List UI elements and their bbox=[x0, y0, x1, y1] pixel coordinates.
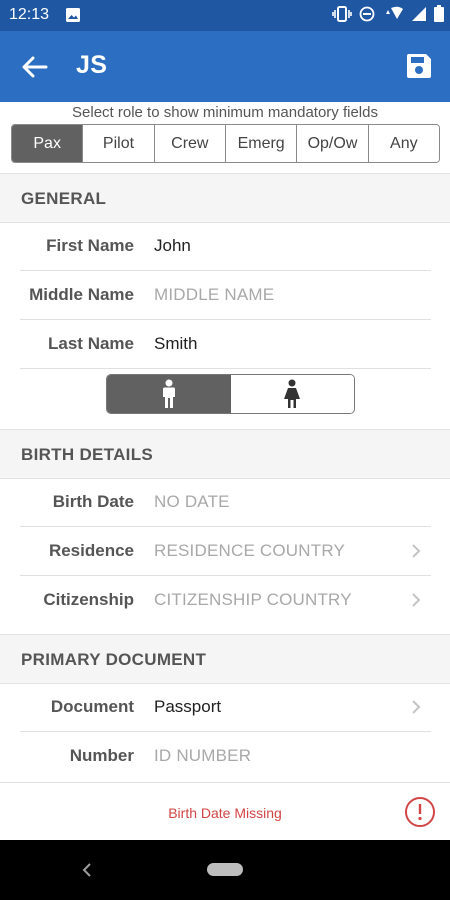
first-name-row[interactable]: First Name John bbox=[20, 222, 431, 271]
section-header-primary-document: PRIMARY DOCUMENT bbox=[0, 634, 450, 684]
role-option-emerg[interactable]: Emerg bbox=[225, 125, 298, 162]
birth-date-field[interactable]: NO DATE bbox=[154, 492, 230, 512]
role-option-pilot[interactable]: Pilot bbox=[83, 125, 155, 162]
role-option-any[interactable]: Any bbox=[368, 125, 439, 162]
gender-option-male[interactable] bbox=[107, 375, 231, 413]
section-title: BIRTH DETAILS bbox=[21, 445, 154, 464]
first-name-field[interactable]: John bbox=[154, 236, 191, 256]
validation-message: Birth Date Missing bbox=[168, 805, 282, 821]
last-name-row[interactable]: Last Name Smith bbox=[20, 320, 431, 369]
floppy-disk-icon bbox=[407, 54, 431, 78]
citizenship-row[interactable]: Citizenship CITIZENSHIP COUNTRY bbox=[20, 576, 431, 625]
status-icons bbox=[332, 5, 444, 27]
save-button[interactable] bbox=[404, 51, 434, 81]
arrow-left-icon bbox=[22, 56, 48, 78]
field-label: Residence bbox=[48, 541, 134, 560]
field-label: Citizenship bbox=[43, 590, 134, 609]
last-name-field[interactable]: Smith bbox=[154, 334, 197, 354]
section-header-birth-details: BIRTH DETAILS bbox=[0, 429, 450, 479]
field-label: Document bbox=[50, 697, 134, 716]
chevron-right-icon bbox=[412, 593, 421, 607]
back-button[interactable] bbox=[20, 53, 50, 81]
middle-name-row[interactable]: Middle Name MIDDLE NAME bbox=[20, 271, 431, 320]
image-icon bbox=[66, 8, 80, 22]
birth-date-row[interactable]: Birth Date NO DATE bbox=[20, 478, 431, 527]
app-bar: JS bbox=[0, 31, 450, 102]
chevron-right-icon bbox=[412, 544, 421, 558]
info-icon bbox=[405, 797, 435, 827]
nav-home-pill[interactable] bbox=[207, 863, 243, 876]
section-title: GENERAL bbox=[21, 189, 107, 208]
section-header-general: GENERAL bbox=[0, 173, 450, 223]
role-option-op-ow[interactable]: Op/Ow bbox=[297, 125, 369, 162]
number-row[interactable]: Number ID NUMBER bbox=[20, 732, 431, 781]
wifi-icon bbox=[382, 6, 404, 27]
gender-selector bbox=[106, 374, 355, 414]
status-time: 12:13 bbox=[9, 6, 50, 23]
field-label: First Name bbox=[46, 236, 134, 255]
residence-field[interactable]: RESIDENCE COUNTRY bbox=[154, 541, 345, 561]
document-row[interactable]: Document Passport bbox=[20, 683, 431, 732]
residence-row[interactable]: Residence RESIDENCE COUNTRY bbox=[20, 527, 431, 576]
status-bar: 12:13 bbox=[0, 0, 450, 31]
role-caption: Select role to show minimum mandatory fi… bbox=[72, 104, 378, 121]
field-label: Last Name bbox=[48, 334, 134, 353]
field-label: Middle Name bbox=[29, 285, 134, 304]
field-label: Birth Date bbox=[52, 492, 134, 511]
chevron-right-icon bbox=[412, 700, 421, 714]
info-button[interactable] bbox=[404, 796, 436, 828]
role-option-crew[interactable]: Crew bbox=[154, 125, 226, 162]
do-not-disturb-icon bbox=[359, 6, 375, 27]
chevron-left-icon bbox=[82, 863, 91, 877]
validation-bar: Birth Date Missing bbox=[0, 782, 450, 840]
battery-icon bbox=[434, 5, 444, 27]
section-title: PRIMARY DOCUMENT bbox=[21, 650, 207, 669]
citizenship-field[interactable]: CITIZENSHIP COUNTRY bbox=[154, 590, 352, 610]
role-selector: Pax Pilot Crew Emerg Op/Ow Any bbox=[11, 124, 440, 163]
document-field[interactable]: Passport bbox=[154, 697, 221, 717]
role-option-pax[interactable]: Pax bbox=[12, 125, 84, 162]
nav-back-button[interactable] bbox=[80, 862, 94, 878]
middle-name-field[interactable]: MIDDLE NAME bbox=[154, 285, 274, 305]
field-label: Number bbox=[69, 746, 134, 765]
system-nav-bar bbox=[0, 840, 450, 900]
male-icon bbox=[162, 379, 175, 408]
page-title: JS bbox=[76, 51, 108, 79]
gender-option-female[interactable] bbox=[230, 375, 354, 413]
id-number-field[interactable]: ID NUMBER bbox=[154, 746, 251, 766]
female-icon bbox=[284, 379, 301, 408]
vibrate-icon bbox=[332, 5, 352, 27]
signal-icon bbox=[411, 6, 427, 27]
